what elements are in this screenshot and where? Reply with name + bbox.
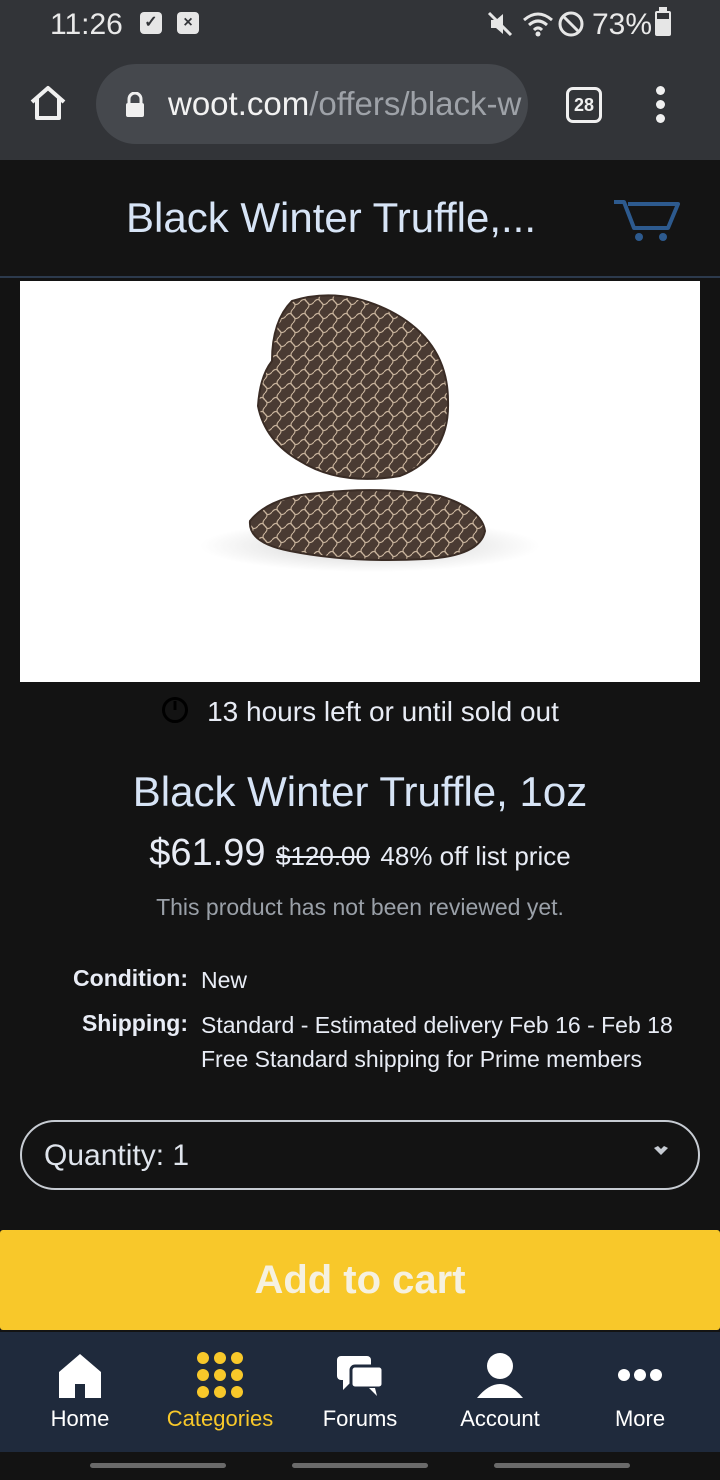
cart-icon[interactable] (612, 198, 682, 249)
browser-toolbar: woot.com/offers/black-w 28 (0, 50, 720, 160)
discount-text: 48% off list price (380, 841, 571, 871)
wifi-icon (522, 10, 554, 43)
battery-percent: 73% (592, 8, 653, 41)
page-title: Black Winter Truffle,... (126, 194, 537, 241)
more-dots-icon (615, 1350, 665, 1400)
product-title: Black Winter Truffle, 1oz (132, 768, 588, 815)
close-box-icon: × (177, 12, 199, 34)
list-price: $120.00 (275, 841, 370, 871)
do-not-disturb-icon (557, 10, 585, 43)
nav-account[interactable]: Account (428, 1332, 572, 1452)
nav-home-label: Home (50, 1406, 110, 1431)
home-icon[interactable] (28, 84, 68, 127)
time-left-text: 13 hours left or until sold out (207, 696, 559, 727)
system-recents-handle[interactable] (494, 1463, 630, 1468)
url-path: /offers/black-w (309, 85, 522, 122)
lock-icon (124, 91, 146, 123)
battery-icon (655, 7, 671, 36)
status-time: 11:26 (50, 8, 123, 41)
nav-forums-label: Forums (322, 1406, 398, 1431)
add-to-cart-button[interactable]: Add to cart (0, 1230, 720, 1330)
mute-icon (486, 10, 514, 43)
bottom-nav: Home Categories Forums Account More (0, 1332, 720, 1452)
shipping-line-2: Free Standard shipping for Prime members (201, 1046, 643, 1072)
shipping-line-1: Standard - Estimated delivery Feb 16 - F… (201, 1012, 673, 1038)
nav-more[interactable]: More (568, 1332, 712, 1452)
sale-price: $61.99 (149, 832, 266, 874)
shipping-label: Shipping: (81, 1010, 188, 1036)
nav-account-label: Account (460, 1406, 540, 1431)
user-icon (475, 1350, 525, 1400)
url-text: woot.com/offers/black-w (168, 85, 521, 123)
condition-label: Condition: (73, 965, 188, 991)
system-nav-bar (0, 1452, 720, 1480)
menu-kebab-icon[interactable] (656, 86, 665, 128)
product-image[interactable] (20, 281, 700, 682)
address-bar[interactable]: woot.com/offers/black-w (96, 64, 528, 144)
system-home-handle[interactable] (292, 1463, 428, 1468)
condition-value: New (201, 967, 248, 993)
home-icon (55, 1350, 105, 1400)
quantity-value: Quantity: 1 (44, 1139, 190, 1172)
nav-more-label: More (614, 1406, 666, 1431)
quantity-select[interactable]: Quantity: 1 (20, 1120, 700, 1190)
nav-forums[interactable]: Forums (288, 1332, 432, 1452)
page-header: Black Winter Truffle,... (0, 160, 720, 278)
price-line: $61.99 $120.00 48% off list price (0, 832, 720, 875)
nav-categories-label: Categories (166, 1406, 274, 1431)
url-host: woot.com (168, 85, 310, 122)
clock-icon (161, 696, 189, 731)
check-box-icon: ✓ (140, 12, 162, 34)
nav-home[interactable]: Home (8, 1332, 152, 1452)
nav-categories[interactable]: Categories (148, 1332, 292, 1452)
review-status: This product has not been reviewed yet. (156, 894, 564, 920)
chevron-down-icon (652, 1144, 670, 1163)
tab-count-button[interactable]: 28 (566, 87, 602, 123)
time-left: 13 hours left or until sold out (0, 696, 720, 731)
status-bar: 11:26 ✓ × 73% (0, 0, 720, 50)
chat-bubbles-icon (335, 1350, 385, 1400)
system-back-handle[interactable] (90, 1463, 226, 1468)
grid-dots-icon (195, 1350, 245, 1400)
